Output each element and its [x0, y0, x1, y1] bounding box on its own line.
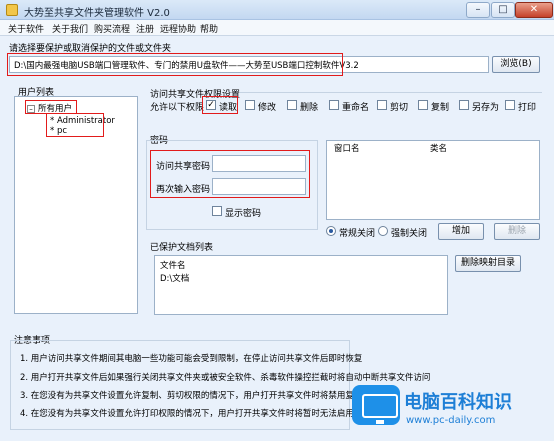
read-highlight — [202, 96, 238, 114]
monitor-screen-icon — [362, 394, 398, 418]
save-as-checkbox[interactable] — [459, 100, 469, 110]
maximize-button[interactable]: □ — [491, 2, 515, 18]
watermark-title: 电脑百科知识 — [404, 392, 512, 413]
path-highlight — [7, 53, 343, 76]
root-highlight — [25, 100, 77, 114]
menu-about-us[interactable]: 关于我们 — [52, 22, 88, 35]
delete-label: 删除 — [300, 103, 319, 113]
normal-close-label: 常规关闭 — [339, 229, 376, 239]
permissions-divider — [240, 92, 542, 93]
copy-label: 复制 — [431, 103, 450, 113]
watermark: 电脑百科知识 www.pc-daily.com — [348, 381, 554, 441]
col-file-name: 文件名 — [160, 261, 186, 271]
copy-checkbox[interactable] — [418, 100, 428, 110]
cut-label: 剪切 — [390, 103, 409, 113]
delete-mapping-button[interactable]: 删除映射目录 — [455, 255, 521, 272]
app-icon — [6, 4, 18, 16]
title-bar: 大势至共享文件夹管理软件 V2.0 – □ ✕ — [0, 0, 554, 20]
col-window-name: 窗口名 — [334, 144, 360, 154]
menu-bar: 关于软件 关于我们 购买流程 注册 远程协助 帮助 — [0, 20, 554, 36]
menu-purchase[interactable]: 购买流程 — [94, 22, 130, 35]
protected-item[interactable]: D:\文档 — [160, 272, 189, 284]
show-password-checkbox[interactable] — [212, 206, 222, 216]
watermark-url: www.pc-daily.com — [406, 415, 496, 426]
password-highlight — [150, 150, 310, 198]
users-highlight — [46, 113, 104, 137]
menu-remote-help[interactable]: 远程协助 — [160, 22, 196, 35]
modify-checkbox[interactable] — [245, 100, 255, 110]
rename-checkbox[interactable] — [329, 100, 339, 110]
force-close-radio[interactable] — [378, 226, 388, 236]
print-label: 打印 — [518, 103, 537, 113]
browse-button[interactable]: 浏览(B) — [492, 56, 540, 73]
print-checkbox[interactable] — [505, 100, 515, 110]
add-button[interactable]: 增加 — [438, 223, 484, 240]
protected-list-label: 已保护文档列表 — [150, 243, 214, 253]
note-line: 3. 在您没有为共享文件设置允许复制、剪切权限的情况下，用户打开共享文件时将禁用… — [20, 391, 380, 401]
window-title: 大势至共享文件夹管理软件 V2.0 — [24, 8, 170, 19]
close-button[interactable]: ✕ — [515, 2, 553, 18]
menu-about-software[interactable]: 关于软件 — [8, 22, 44, 35]
delete-button[interactable]: 删除 — [494, 223, 540, 240]
menu-help[interactable]: 帮助 — [200, 22, 218, 35]
force-close-label: 强制关闭 — [391, 229, 428, 239]
cut-checkbox[interactable] — [377, 100, 387, 110]
protected-list[interactable] — [154, 255, 448, 315]
modify-label: 修改 — [258, 103, 277, 113]
rename-label: 重命名 — [342, 103, 370, 113]
menu-register[interactable]: 注册 — [136, 22, 154, 35]
monitor-stand-icon — [376, 420, 384, 424]
normal-close-radio[interactable] — [326, 226, 336, 236]
save-as-label: 另存为 — [472, 103, 500, 113]
note-line: 1. 用户访问共享文件期间其电脑一些功能可能会受到限制，在停止访问共享文件后即时… — [20, 354, 363, 364]
col-class-name: 类名 — [430, 144, 448, 154]
minimize-button[interactable]: – — [466, 2, 490, 18]
note-line: 4. 在您没有为共享文件设置允许打印权限的情况下，用户打开共享文件时将暂时无法启… — [20, 409, 371, 419]
delete-checkbox[interactable] — [287, 100, 297, 110]
monitor-logo-icon — [352, 385, 400, 425]
allow-permissions-label: 允许以下权限 — [150, 103, 205, 113]
show-password-label: 显示密码 — [225, 209, 262, 219]
